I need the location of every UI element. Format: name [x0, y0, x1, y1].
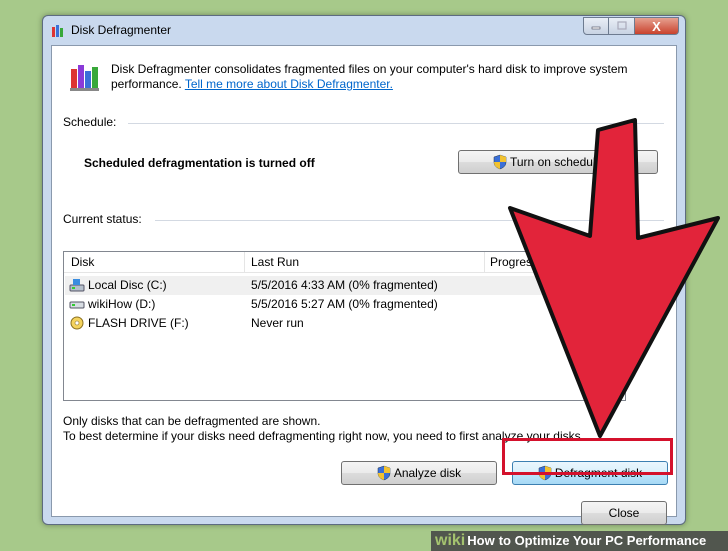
turn-on-schedule-label: Turn on schedule... — [510, 155, 613, 169]
info-notes: Only disks that can be defragmented are … — [63, 414, 584, 444]
title-bar[interactable]: Disk Defragmenter X — [43, 16, 685, 44]
column-divider[interactable] — [484, 252, 485, 272]
disk-defragmenter-window: Disk Defragmenter X Disk Defragmenter co… — [42, 15, 686, 525]
maximize-button[interactable] — [609, 17, 635, 35]
turn-on-schedule-button[interactable]: Turn on schedule... — [458, 150, 658, 174]
schedule-status: Scheduled defragmentation is turned off — [84, 156, 315, 170]
minimize-icon — [591, 26, 601, 30]
last-run: Never run — [251, 316, 304, 330]
defragment-disk-button[interactable]: Defragment disk — [512, 461, 668, 485]
close-window-button[interactable]: X — [635, 17, 679, 35]
note-line-1: Only disks that can be defragmented are … — [63, 414, 321, 428]
wikihow-caption: wiki How to Optimize Your PC Performance — [431, 531, 728, 551]
close-button[interactable]: Close — [581, 501, 667, 525]
window-title: Disk Defragmenter — [71, 23, 172, 37]
description: Disk Defragmenter consolidates fragmente… — [111, 62, 651, 92]
uac-shield-icon — [538, 465, 552, 481]
column-header-last-run[interactable]: Last Run — [251, 255, 299, 269]
table-row[interactable]: wikiHow (D:) 5/5/2016 5:27 AM (0% fragme… — [65, 295, 625, 314]
analyze-disk-button[interactable]: Analyze disk — [341, 461, 497, 485]
learn-more-link[interactable]: Tell me more about Disk Defragmenter. — [185, 77, 393, 91]
column-header-progress[interactable]: Progress — [490, 255, 538, 269]
column-divider[interactable] — [244, 252, 245, 272]
disk-list-header: Disk Last Run Progress — [64, 252, 625, 273]
schedule-separator — [128, 123, 664, 124]
wikihow-logo-how: How — [467, 533, 495, 548]
column-header-disk[interactable]: Disk — [71, 255, 94, 269]
close-button-label: Close — [608, 506, 640, 520]
hard-drive-icon — [69, 279, 85, 292]
dialog-body: Disk Defragmenter consolidates fragmente… — [51, 45, 677, 525]
uac-shield-icon — [493, 154, 507, 170]
last-run: 5/5/2016 5:27 AM (0% fragmented) — [251, 297, 438, 311]
window-controls: X — [583, 17, 679, 37]
drive-icon — [69, 301, 85, 309]
uac-shield-icon — [377, 465, 391, 481]
last-run: 5/5/2016 4:33 AM (0% fragmented) — [251, 278, 438, 292]
caption-text: to Optimize Your PC Performance — [498, 533, 707, 548]
close-icon: X — [652, 18, 661, 34]
current-status-label: Current status: — [63, 212, 142, 226]
table-row[interactable]: Local Disc (C:) 5/5/2016 4:33 AM (0% fra… — [65, 276, 625, 295]
analyze-disk-label: Analyze disk — [393, 466, 462, 480]
current-status-separator — [155, 220, 664, 221]
disk-name: FLASH DRIVE (F:) — [88, 316, 189, 330]
note-line-2: To best determine if your disks need def… — [63, 429, 584, 443]
flash-drive-icon — [70, 316, 84, 330]
defrag-app-icon — [70, 65, 99, 91]
disk-name: wikiHow (D:) — [88, 297, 156, 311]
defragment-disk-label: Defragment disk — [554, 466, 643, 480]
maximize-icon — [616, 21, 627, 30]
schedule-label: Schedule: — [63, 115, 117, 129]
defrag-app-icon-small — [52, 25, 63, 37]
disk-list[interactable]: Disk Last Run Progress Local Disc (C:) 5… — [63, 251, 626, 401]
minimize-button[interactable] — [583, 17, 609, 35]
table-row[interactable]: FLASH DRIVE (F:) Never run — [65, 314, 625, 333]
wikihow-logo-wiki: wiki — [435, 532, 466, 549]
disk-name: Local Disc (C:) — [88, 278, 167, 292]
